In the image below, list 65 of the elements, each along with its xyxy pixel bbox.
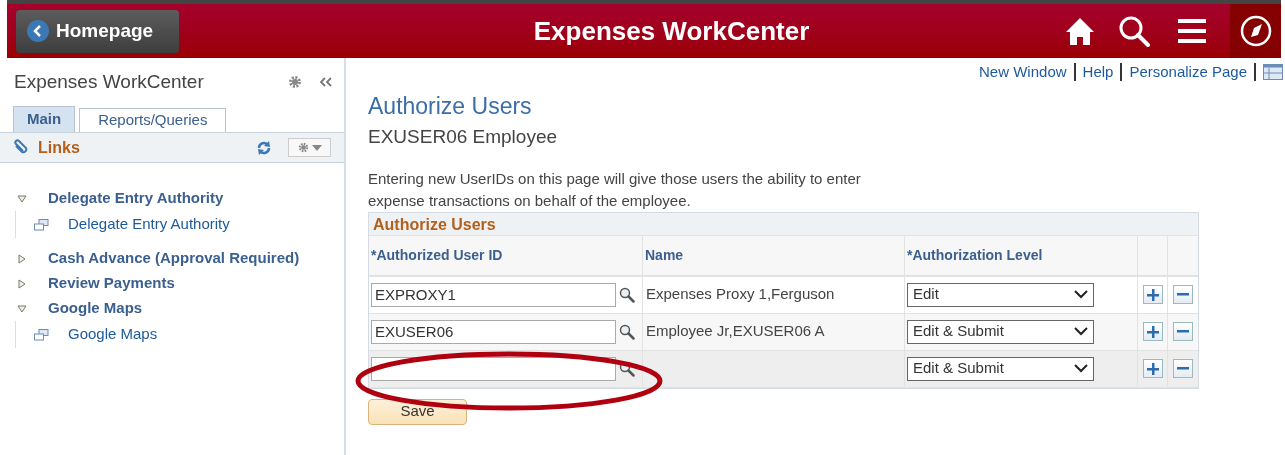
- tree-link[interactable]: Google Maps: [68, 323, 158, 346]
- page-subtitle: EXUSER06 Employee: [368, 125, 559, 149]
- page-title: Authorize Users: [368, 92, 533, 121]
- minus-icon: [1177, 330, 1189, 333]
- user-id-field[interactable]: EXPROXY1: [371, 282, 616, 307]
- collapse-arrow-icon[interactable]: [17, 193, 27, 204]
- search-icon[interactable]: [619, 323, 635, 340]
- minus-icon: [1177, 367, 1189, 370]
- compass-icon: [1239, 15, 1272, 47]
- tree-link[interactable]: Cash Advance (Approval Required): [48, 247, 300, 270]
- delete-row-button[interactable]: [1173, 285, 1193, 304]
- settings-icon[interactable]: [288, 75, 302, 89]
- chevron-icon: [1074, 327, 1088, 336]
- grid-icon[interactable]: [1263, 64, 1283, 80]
- expand-arrow-icon[interactable]: [17, 278, 27, 289]
- tree-link[interactable]: Delegate Entry Authority: [48, 187, 224, 210]
- column-header: Name: [643, 235, 905, 275]
- top-link[interactable]: Personalize Page: [1129, 60, 1247, 84]
- expand-arrow-icon[interactable]: [17, 253, 27, 264]
- search-icon[interactable]: [619, 286, 635, 303]
- top-link[interactable]: Help: [1082, 60, 1114, 84]
- delete-row-button[interactable]: [1173, 322, 1193, 341]
- minus-icon: [1177, 293, 1189, 296]
- window-icon: [34, 328, 49, 341]
- refresh-icon[interactable]: [256, 139, 272, 156]
- search-icon[interactable]: [1118, 15, 1150, 47]
- sidebar-tab[interactable]: Main: [13, 106, 76, 132]
- column-header: *Authorized User ID: [369, 235, 643, 275]
- plus-icon: [1146, 325, 1159, 338]
- collapse-arrow-icon[interactable]: [17, 303, 27, 314]
- menu-icon[interactable]: [1178, 18, 1206, 44]
- collapse-icon[interactable]: [320, 77, 332, 87]
- caret-icon: [311, 144, 322, 151]
- add-row-button[interactable]: [1142, 359, 1163, 378]
- add-row-button[interactable]: [1142, 285, 1163, 304]
- plus-icon: [1146, 288, 1159, 301]
- page-header-title: Expenses WorkCenter: [532, 14, 811, 48]
- homepage-button[interactable]: Homepage: [16, 9, 179, 53]
- add-row-button[interactable]: [1142, 322, 1163, 341]
- navigator-button[interactable]: [1230, 4, 1281, 58]
- section-title: Links: [38, 137, 81, 158]
- column-header: *Authorization Level: [905, 235, 1138, 275]
- chevron-icon: [1074, 364, 1088, 373]
- grid-title: Authorize Users: [369, 212, 1198, 236]
- sidebar-title: Expenses WorkCenter: [14, 69, 205, 94]
- level-dropdown[interactable]: Edit & Submit: [907, 319, 1094, 344]
- delete-row-button[interactable]: [1173, 359, 1193, 378]
- gear-icon: [297, 142, 309, 153]
- description-text: Entering new UserIDs on this page will give those users the ability to enter expense transactions on behalf of the employee.: [368, 168, 862, 211]
- level-dropdown[interactable]: Edit: [907, 282, 1094, 307]
- back-icon: [27, 20, 49, 42]
- tree-link[interactable]: Review Payments: [48, 272, 175, 295]
- tree-link[interactable]: Google Maps: [48, 297, 143, 320]
- home-icon[interactable]: [1064, 15, 1096, 47]
- window-icon: [34, 218, 49, 231]
- user-id-field[interactable]: EXUSER06: [371, 319, 616, 344]
- tree-link[interactable]: Delegate Entry Authority: [68, 213, 230, 236]
- settings-dropdown[interactable]: [288, 138, 331, 157]
- level-dropdown[interactable]: Edit & Submit: [907, 356, 1094, 381]
- sidebar-tab[interactable]: Reports/Queries: [79, 108, 227, 132]
- plus-icon: [1146, 362, 1159, 375]
- name-cell-text: Expenses Proxy 1,Ferguson: [646, 284, 835, 305]
- top-link[interactable]: New Window: [979, 60, 1067, 84]
- name-cell-text: Employee Jr,EXUSER06 A: [646, 321, 825, 342]
- chevron-icon: [1074, 290, 1088, 299]
